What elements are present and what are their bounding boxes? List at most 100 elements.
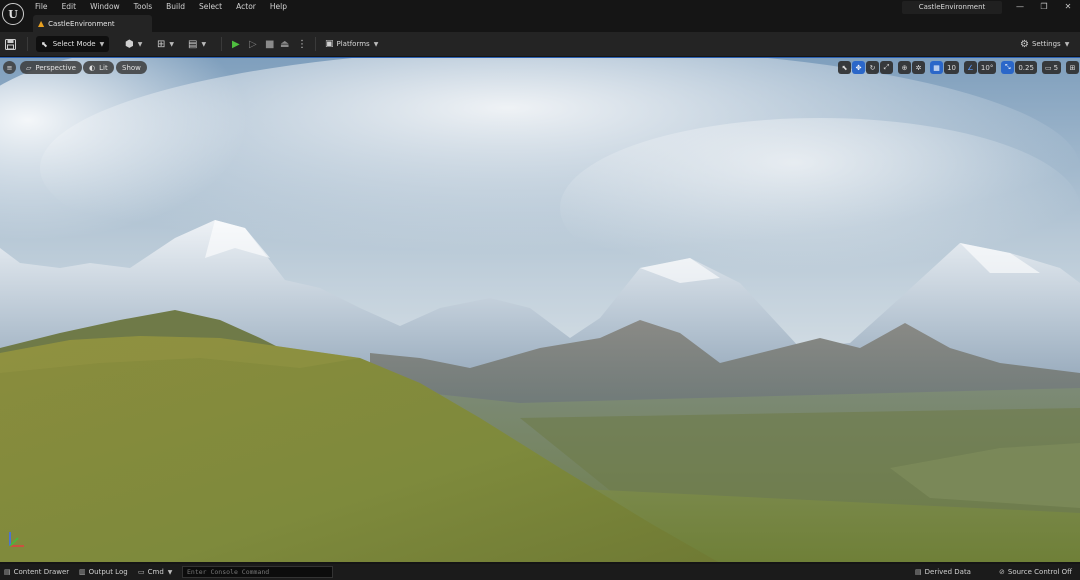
stop-icon: ■: [265, 38, 275, 50]
output-log-icon: ▥: [79, 568, 86, 576]
rotate-tool-button[interactable]: ↻: [866, 61, 879, 74]
axis-gizmo-icon: [9, 532, 24, 547]
perspective-button[interactable]: ▱ Perspective: [20, 61, 82, 74]
scale-snap-toggle[interactable]: ⤡: [1001, 61, 1015, 74]
select-tool-button[interactable]: ⬉: [838, 61, 851, 74]
show-button[interactable]: Show: [116, 61, 147, 74]
content-drawer-button[interactable]: ▤ Content Drawer: [4, 564, 69, 580]
platforms-label: Platforms: [336, 40, 370, 48]
menu-window[interactable]: Window: [83, 0, 127, 13]
viewport-transform-toolbar: ⬉ ✥ ↻ ⤢ ⊕ ✲ ▦ 10 ∠ 10° ⤡ 0.25 ▭ 5 ⊞: [838, 61, 1080, 74]
chevron-down-icon: ▼: [373, 40, 379, 48]
source-control-off-icon: ⊘: [999, 568, 1005, 576]
chevron-down-icon: ▼: [137, 40, 143, 48]
blueprints-button[interactable]: ⊞ ▼: [157, 32, 174, 56]
chevron-down-icon: ▼: [1064, 40, 1070, 48]
lit-button[interactable]: ◐ Lit: [83, 61, 114, 74]
maximize-viewport-button[interactable]: ⊞: [1066, 61, 1080, 74]
settings-label: Settings: [1031, 40, 1061, 48]
rotation-snap-toggle[interactable]: ∠: [963, 61, 977, 74]
cinematics-button[interactable]: ▤ ▼: [188, 32, 206, 56]
minimize-button[interactable]: —: [1010, 0, 1030, 14]
derived-data-label: Derived Data: [924, 568, 971, 576]
advance-frame-button[interactable]: ▷: [249, 32, 257, 56]
close-button[interactable]: ✕: [1058, 0, 1078, 14]
layout-icon: ⊞: [1069, 63, 1076, 72]
add-actor-icon: ⬢: [125, 38, 134, 50]
move-icon: ✥: [855, 63, 862, 72]
chevron-down-icon: ▼: [201, 40, 207, 48]
rotate-icon: ↻: [869, 63, 876, 72]
source-control-button[interactable]: ⊘ Source Control Off: [999, 564, 1072, 580]
level-viewport[interactable]: ≡ ▱ Perspective ◐ Lit Show ⬉ ✥ ↻ ⤢ ⊕ ✲ ▦…: [0, 57, 1080, 562]
output-log-button[interactable]: ▥ Output Log: [79, 564, 128, 580]
menu-edit[interactable]: Edit: [55, 0, 84, 13]
status-bar: ▤ Content Drawer ▥ Output Log ▭ Cmd ▼ ▤ …: [0, 564, 1080, 580]
grid-icon: ▦: [933, 63, 940, 72]
cursor-icon: ⬉: [41, 39, 48, 49]
grid-snap-value[interactable]: 10: [944, 61, 959, 74]
menu-select[interactable]: Select: [192, 0, 229, 13]
rotation-snap-value[interactable]: 10°: [977, 61, 997, 74]
scale-tool-button[interactable]: ⤢: [880, 61, 893, 74]
cmd-dropdown[interactable]: ▭ Cmd ▼: [138, 564, 172, 580]
cursor-icon: ⬉: [841, 63, 848, 72]
select-mode-label: Select Mode: [52, 40, 96, 48]
platforms-button[interactable]: ▣ Platforms ▼: [325, 32, 378, 56]
gear-icon: ⚙: [1020, 38, 1029, 50]
menu-actor[interactable]: Actor: [229, 0, 263, 13]
translate-tool-button[interactable]: ✥: [852, 61, 865, 74]
lit-label: Lit: [99, 63, 108, 72]
menu-tools[interactable]: Tools: [127, 0, 159, 13]
derived-data-button[interactable]: ▤ Derived Data: [915, 564, 971, 580]
select-mode-dropdown[interactable]: ⬉ Select Mode ▼: [36, 36, 110, 52]
eject-button[interactable]: ⏏: [280, 32, 289, 56]
world-space-button[interactable]: ⊕: [898, 61, 911, 74]
content-drawer-icon: ▤: [4, 568, 11, 576]
eject-icon: ⏏: [280, 38, 290, 50]
clapperboard-icon: ▤: [188, 38, 198, 50]
title-bar: U File Edit Window Tools Build Select Ac…: [0, 0, 1080, 32]
save-button[interactable]: [5, 32, 19, 56]
viewport-options-button[interactable]: ≡: [3, 61, 16, 74]
hamburger-icon: ≡: [6, 63, 13, 72]
more-vertical-icon: ⋮: [297, 38, 307, 50]
main-toolbar: ⬉ Select Mode ▼ ⬢ ▼ ⊞ ▼ ▤ ▼ ▶ ▷ ■ ⏏ ⋮ ▣ …: [0, 32, 1080, 56]
toolbar-divider: [315, 37, 316, 51]
toolbar-divider: [27, 37, 28, 51]
perspective-label: Perspective: [35, 63, 76, 72]
surface-snap-button[interactable]: ✲: [912, 61, 925, 74]
menu-file[interactable]: File: [28, 0, 55, 13]
chevron-down-icon: ▼: [167, 568, 173, 576]
level-icon: ▲: [38, 19, 45, 28]
scale-snap-value[interactable]: 0.25: [1015, 61, 1037, 74]
save-icon: [5, 38, 16, 50]
add-actor-button[interactable]: ⬢ ▼: [125, 32, 142, 56]
angle-icon: ∠: [967, 63, 974, 72]
camera-speed-button[interactable]: ▭ 5: [1041, 61, 1062, 74]
perspective-icon: ▱: [26, 63, 32, 72]
play-button[interactable]: ▶: [232, 32, 240, 56]
toolbar-divider: [221, 37, 222, 51]
level-tab-label: CastleEnvironment: [48, 19, 115, 28]
derived-data-icon: ▤: [915, 568, 922, 576]
stop-button[interactable]: ■: [265, 32, 274, 56]
step-icon: ▷: [249, 38, 257, 50]
scale-icon: ⤢: [883, 63, 890, 71]
unreal-logo-icon[interactable]: U: [2, 3, 24, 25]
menu-build[interactable]: Build: [159, 0, 192, 13]
platforms-icon: ▣: [325, 39, 334, 49]
blueprint-icon: ⊞: [157, 38, 166, 50]
grid-snap-toggle[interactable]: ▦: [930, 61, 943, 74]
level-tab[interactable]: ▲ CastleEnvironment: [33, 15, 152, 32]
output-log-label: Output Log: [88, 568, 128, 576]
restore-button[interactable]: ❐: [1034, 0, 1054, 14]
landscape-scene: [0, 58, 1080, 562]
project-name: CastleEnvironment: [902, 1, 1002, 14]
menu-help[interactable]: Help: [263, 0, 294, 13]
console-command-input[interactable]: [182, 566, 333, 578]
settings-button[interactable]: ⚙ Settings ▼: [1020, 32, 1069, 56]
source-control-label: Source Control Off: [1007, 568, 1073, 576]
play-options-button[interactable]: ⋮: [297, 32, 307, 56]
scale-snap-icon: ⤡: [1005, 63, 1011, 71]
